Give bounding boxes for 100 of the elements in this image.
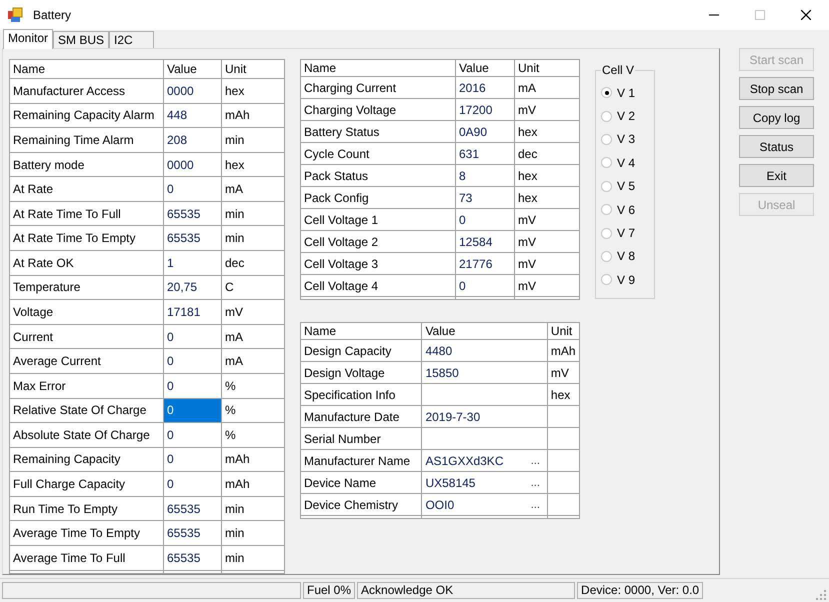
radio-button[interactable] — [601, 250, 612, 262]
radio-button[interactable] — [601, 110, 612, 122]
table-cell: 65535 — [164, 520, 222, 546]
table-cell: 208 — [164, 128, 222, 152]
table-cell: 631 — [456, 142, 514, 164]
table-cell: Voltage — [10, 300, 164, 324]
radio-label: V 8 — [617, 249, 636, 264]
table-cell: dec — [222, 250, 284, 276]
table-cell: 0 — [164, 324, 222, 349]
table-cell: Battery Status — [300, 120, 456, 142]
maximize-icon — [755, 10, 765, 20]
table-cell: 2019-7-30 — [422, 406, 548, 428]
action-button[interactable]: Stop scan — [739, 77, 814, 100]
table-cell: 65535 — [164, 201, 222, 226]
table-cell: mV — [514, 208, 580, 230]
window-title: Battery — [33, 8, 72, 22]
table-cell: hex — [222, 152, 284, 177]
table-cell: mA — [222, 348, 284, 374]
table-cell: Battery mode — [10, 152, 164, 177]
table-cell: 15850 — [422, 362, 548, 384]
radio-label: V 6 — [617, 202, 636, 217]
action-button[interactable]: Status — [739, 135, 814, 158]
radio-button[interactable] — [601, 134, 612, 145]
table-cell: Average Time To Empty — [10, 520, 164, 546]
table-cell: mA — [514, 76, 580, 98]
radio-label: V 4 — [617, 156, 636, 170]
table-cell: UX58145 — [425, 476, 476, 490]
table-cell: mV — [514, 230, 580, 252]
table-cell: 21776 — [456, 252, 514, 274]
table-cell: At Rate Time To Empty — [10, 226, 164, 251]
column-header[interactable]: Name — [300, 322, 422, 340]
action-button[interactable]: Exit — [739, 164, 814, 187]
table-cell: mV — [514, 274, 580, 296]
radio-button[interactable] — [601, 228, 612, 239]
table-cell: Specification Info — [300, 384, 422, 406]
table-cell: 448 — [164, 103, 222, 128]
table-cell: 0 — [164, 398, 222, 423]
table-cell: 1 — [164, 250, 222, 276]
radio-button[interactable] — [601, 87, 612, 98]
tab[interactable]: SM BUS — [53, 31, 110, 48]
table-cell: 0 — [164, 176, 222, 202]
column-header[interactable]: Unit — [514, 60, 580, 76]
table-cell: hex — [514, 186, 580, 208]
radio-button[interactable] — [601, 204, 612, 216]
table-cell: mV — [222, 300, 284, 324]
table-cell: 4480 — [422, 340, 548, 362]
radio-label: V 9 — [617, 272, 636, 287]
more-button[interactable]: ... — [530, 454, 544, 468]
table-cell: 0A90 — [456, 120, 514, 142]
table-cell: Current — [10, 324, 164, 349]
close-icon — [801, 10, 811, 20]
column-header[interactable]: Unit — [547, 322, 580, 340]
table-cell: Cell Voltage 2 — [300, 230, 456, 252]
radio-button[interactable] — [601, 157, 612, 168]
column-header[interactable]: Unit — [222, 60, 284, 78]
column-header[interactable]: Value — [422, 322, 548, 340]
table-cell: Average Time To Full — [10, 545, 164, 570]
column-header[interactable]: Value — [164, 60, 222, 78]
radio-label: V 1 — [617, 86, 636, 100]
table-cell: 0 — [164, 422, 222, 448]
table-cell: min — [222, 545, 284, 570]
column-header[interactable]: Name — [10, 60, 164, 78]
table-cell: Charging Voltage — [300, 98, 456, 120]
table-cell: % — [222, 373, 284, 398]
table-cell: 17181 — [164, 300, 222, 324]
tab[interactable]: Monitor — [3, 29, 54, 49]
table-cell: 2016 — [456, 76, 514, 98]
table-cell: mV — [514, 98, 580, 120]
table-cell: hex — [514, 120, 580, 142]
table-cell: 65535 — [164, 496, 222, 521]
table-cell — [547, 406, 580, 428]
table-cell: mV — [547, 362, 580, 384]
table-cell: mV — [514, 252, 580, 274]
table-cell: Manufacturer Access — [10, 78, 164, 104]
table-cell: 0 — [164, 373, 222, 398]
table-cell: Device Name — [300, 472, 422, 494]
more-button[interactable]: ... — [530, 498, 544, 512]
more-button[interactable]: ... — [530, 476, 544, 490]
action-button[interactable]: Copy log — [739, 106, 814, 129]
table-cell: mAh — [222, 472, 284, 496]
radio-label: V 5 — [617, 179, 636, 194]
radio-button[interactable] — [601, 274, 612, 286]
device-status: Device: 0000, Ver: 0.0 — [577, 582, 704, 599]
column-header[interactable]: Value — [456, 60, 514, 76]
table-cell: % — [222, 398, 284, 423]
table-cell: 0 — [164, 472, 222, 496]
table-cell: OOI0 — [425, 498, 454, 512]
table-cell: AS1GXXd3KC — [425, 454, 504, 468]
table-cell: hex — [222, 78, 284, 104]
table-cell: min — [222, 128, 284, 152]
table-cell: min — [222, 520, 284, 546]
table-cell: Cell Voltage 3 — [300, 252, 456, 274]
table-cell: 65535 — [164, 545, 222, 570]
table-cell: At Rate Time To Full — [10, 201, 164, 226]
tab[interactable]: I2C — [109, 31, 154, 48]
column-header[interactable]: Name — [300, 60, 456, 76]
table-cell: 12584 — [456, 230, 514, 252]
table-cell: 0 — [456, 274, 514, 296]
table-cell: mA — [222, 324, 284, 349]
radio-button[interactable] — [601, 180, 612, 192]
